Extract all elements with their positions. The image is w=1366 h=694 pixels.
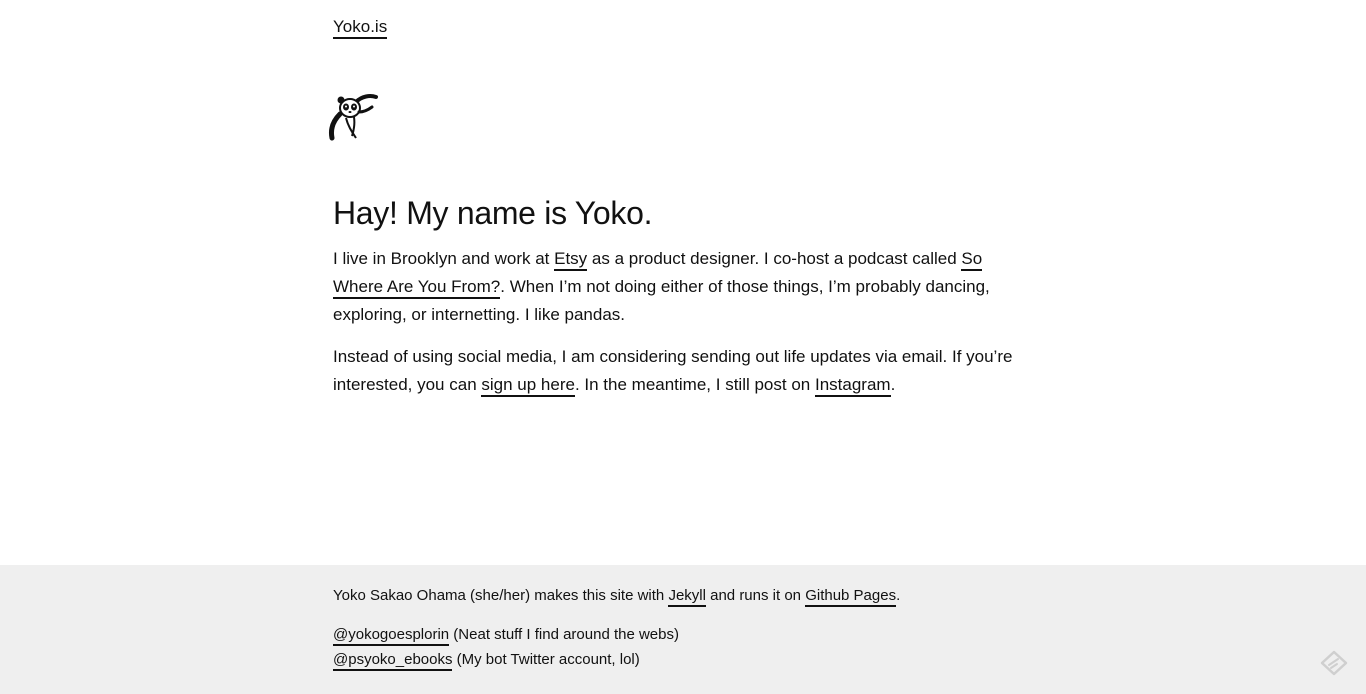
yokogoesplorin-link[interactable]: @yokogoesplorin bbox=[333, 626, 450, 646]
footer-text: (My bot Twitter account, lol) bbox=[452, 651, 640, 668]
footer-text: (Neat stuff I find around the webs) bbox=[449, 626, 679, 643]
page-title: Hay! My name is Yoko. bbox=[333, 195, 653, 231]
instagram-link[interactable]: Instagram bbox=[814, 375, 891, 397]
bio-text: . bbox=[890, 375, 896, 394]
feather-icon[interactable] bbox=[1320, 650, 1348, 676]
etsy-link[interactable]: Etsy bbox=[554, 249, 588, 271]
bio-section: I live in Brooklyn and work at Etsy as a… bbox=[333, 245, 1033, 413]
bio-paragraph-2: Instead of using social media, I am cons… bbox=[333, 343, 1033, 399]
bio-text: I live in Brooklyn and work at bbox=[333, 249, 555, 268]
footer-text: Yoko Sakao Ohama (she/her) makes this si… bbox=[333, 587, 669, 604]
jekyll-link[interactable]: Jekyll bbox=[668, 587, 706, 607]
signup-link[interactable]: sign up here bbox=[481, 375, 575, 397]
footer-credits: Yoko Sakao Ohama (she/her) makes this si… bbox=[333, 583, 1133, 608]
panda-icon bbox=[326, 90, 382, 144]
bio-text: as a product designer. I co-host a podca… bbox=[587, 249, 962, 268]
footer-text: and runs it on bbox=[705, 587, 806, 604]
footer-content: Yoko Sakao Ohama (she/her) makes this si… bbox=[333, 583, 1133, 672]
footer-account-2: @psyoko_ebooks (My bot Twitter account, … bbox=[333, 647, 1133, 672]
site-title-link[interactable]: Yoko.is bbox=[333, 17, 388, 39]
footer-text: . bbox=[896, 587, 901, 604]
github-pages-link[interactable]: Github Pages bbox=[805, 587, 897, 607]
site-header: Yoko.is bbox=[333, 16, 1033, 39]
bio-paragraph-1: I live in Brooklyn and work at Etsy as a… bbox=[333, 245, 1033, 329]
site-footer: Yoko Sakao Ohama (she/her) makes this si… bbox=[0, 565, 1366, 694]
bio-text: . In the meantime, I still post on bbox=[574, 375, 815, 394]
footer-account-1: @yokogoesplorin (Neat stuff I find aroun… bbox=[333, 622, 1133, 647]
psyoko-ebooks-link[interactable]: @psyoko_ebooks bbox=[333, 651, 453, 671]
